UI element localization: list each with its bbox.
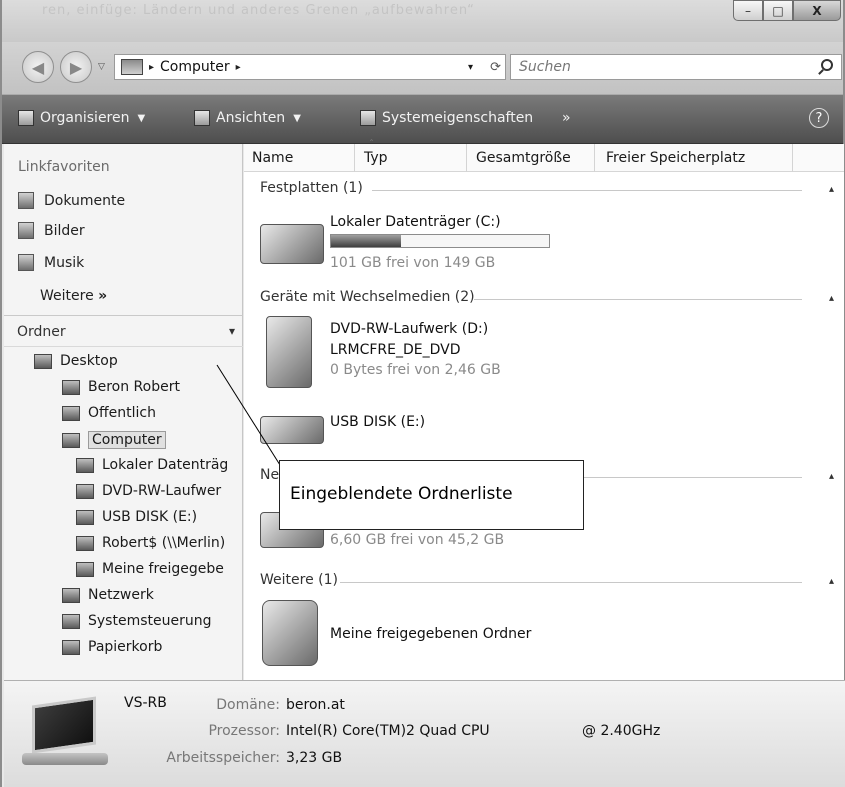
explorer-window: ren, einfüge: Ländern und anderes Grenen… xyxy=(0,0,845,787)
callout-pointer xyxy=(216,364,298,493)
ram-value: 3,23 GB xyxy=(286,750,343,766)
domain-value: beron.at xyxy=(286,697,345,713)
cpu-label: Prozessor: xyxy=(208,723,280,739)
ram-label: Arbeitsspeicher: xyxy=(166,750,280,766)
callout-box: Eingeblendete Ordnerliste xyxy=(279,460,584,530)
computer-name: VS-RB xyxy=(124,695,167,711)
domain-label: Domäne: xyxy=(216,697,280,713)
details-pane: VS-RB Domäne: beron.at Prozessor: Intel(… xyxy=(4,680,845,787)
computer-icon xyxy=(22,696,108,767)
callout-text: Eingeblendete Ordnerliste xyxy=(290,484,513,504)
cpu-value: Intel(R) Core(TM)2 Quad CPU xyxy=(286,723,490,739)
cpu-speed: @ 2.40GHz xyxy=(582,723,661,739)
